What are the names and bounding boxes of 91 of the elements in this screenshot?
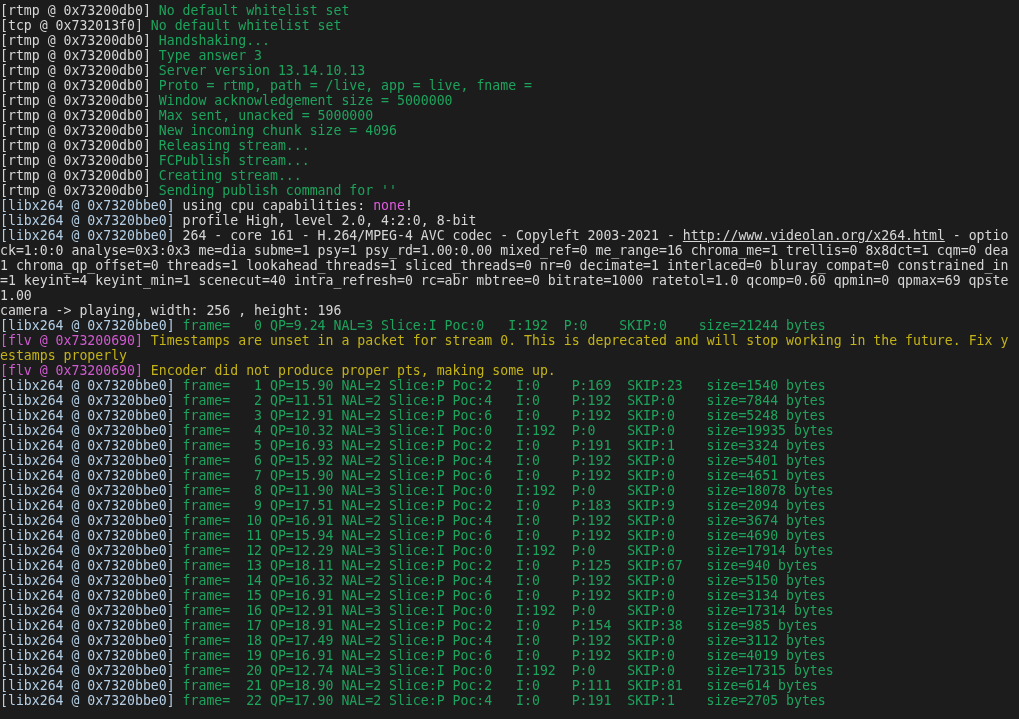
log-message: 1.00 xyxy=(0,288,32,303)
log-message: New incoming chunk size = 4096 xyxy=(158,123,397,138)
log-source: [libx264 @ 0x7320bbe0] xyxy=(0,453,175,468)
log-source: [rtmp @ 0x73200db0] xyxy=(0,93,151,108)
log-source: [libx264 @ 0x7320bbe0] xyxy=(0,588,175,603)
log-source: [libx264 @ 0x7320bbe0] xyxy=(0,498,175,513)
log-message: frame= 16 QP=12.91 NAL=3 Slice:I Poc:0 I:192 P:0 SKIP:0 size=17314 bytes xyxy=(182,603,834,618)
log-source: [libx264 @ 0x7320bbe0] xyxy=(0,228,175,243)
log-source: [libx264 @ 0x7320bbe0] xyxy=(0,438,175,453)
log-source: [libx264 @ 0x7320bbe0] xyxy=(0,603,175,618)
log-source: [libx264 @ 0x7320bbe0] xyxy=(0,633,175,648)
log-value: none xyxy=(373,198,405,213)
log-message: Timestamps are unset in a packet for stream 0. This is deprecated and will stop working in the future. Fix y xyxy=(150,333,1009,348)
log-message: estamps properly xyxy=(0,348,128,363)
log-source: [libx264 @ 0x7320bbe0] xyxy=(0,528,175,543)
log-message: frame= 13 QP=18.11 NAL=2 Slice:P Poc:2 I:0 P:125 SKIP:67 size=940 bytes xyxy=(182,558,818,573)
log-message: ! xyxy=(404,198,413,213)
log-message: Window acknowledgement size = 5000000 xyxy=(158,93,453,108)
log-message: profile High, level 2.0, 4:2:0, 8-bit xyxy=(182,213,477,228)
log-message: frame= 11 QP=15.94 NAL=2 Slice:P Poc:6 I:0 P:192 SKIP:0 size=4690 bytes xyxy=(182,528,826,543)
log-source: [rtmp @ 0x73200db0] xyxy=(0,183,151,198)
log-message: frame= 2 QP=11.51 NAL=2 Slice:P Poc:4 I:0 P:192 SKIP:0 size=7844 bytes xyxy=(182,393,826,408)
log-source: [libx264 @ 0x7320bbe0] xyxy=(0,648,175,663)
log-source: [rtmp @ 0x73200db0] xyxy=(0,153,151,168)
log-message: Encoder did not produce proper pts, making some up. xyxy=(150,363,556,378)
log-message: frame= 14 QP=16.32 NAL=2 Slice:P Poc:4 I:0 P:192 SKIP:0 size=5150 bytes xyxy=(182,573,826,588)
log-source: [rtmp @ 0x73200db0] xyxy=(0,123,151,138)
log-source: [libx264 @ 0x7320bbe0] xyxy=(0,393,175,408)
log-message: frame= 19 QP=16.91 NAL=2 Slice:P Poc:6 I:0 P:192 SKIP:0 size=4019 bytes xyxy=(182,648,826,663)
log-source: [flv @ 0x73200690] xyxy=(0,333,143,348)
log-message: camera -> playing, width: 256 , height: 196 xyxy=(0,303,342,318)
log-message: frame= 20 QP=12.74 NAL=3 Slice:I Poc:0 I:192 P:0 SKIP:0 size=17315 bytes xyxy=(182,663,834,678)
log-message: 1 chroma_qp_offset=0 threads=1 lookahead_threads=1 sliced_threads=0 nr=0 decimate=1 interlaced=0 bluray_compat=0 constrained_in xyxy=(0,258,1009,273)
log-message: Proto = rtmp, path = /live, app = live, fname = xyxy=(158,78,532,93)
log-source: [libx264 @ 0x7320bbe0] xyxy=(0,663,175,678)
log-source: [libx264 @ 0x7320bbe0] xyxy=(0,408,175,423)
log-message: frame= 21 QP=18.90 NAL=2 Slice:P Poc:2 I:0 P:111 SKIP:81 size=614 bytes xyxy=(182,678,818,693)
log-message: - optio xyxy=(952,228,1009,243)
log-message: frame= 22 QP=17.90 NAL=2 Slice:P Poc:4 I:0 P:191 SKIP:1 size=2705 bytes xyxy=(182,693,826,708)
log-message: Sending publish command for '' xyxy=(158,183,397,198)
log-message: frame= 17 QP=18.91 NAL=2 Slice:P Poc:2 I:0 P:154 SKIP:38 size=985 bytes xyxy=(182,618,818,633)
log-message: FCPublish stream... xyxy=(158,153,310,168)
log-message: frame= 10 QP=16.91 NAL=2 Slice:P Poc:4 I:0 P:192 SKIP:0 size=3674 bytes xyxy=(182,513,826,528)
log-message: using cpu capabilities: xyxy=(182,198,366,213)
log-message: frame= 18 QP=17.49 NAL=2 Slice:P Poc:4 I:0 P:192 SKIP:0 size=3112 bytes xyxy=(182,633,826,648)
log-message: frame= 0 QP=9.24 NAL=3 Slice:I Poc:0 I:192 P:0 SKIP:0 size=21244 bytes xyxy=(182,318,826,333)
log-source: [rtmp @ 0x73200db0] xyxy=(0,48,151,63)
log-message: frame= 9 QP=17.51 NAL=2 Slice:P Poc:2 I:0 P:183 SKIP:9 size=2094 bytes xyxy=(182,498,826,513)
log-source: [rtmp @ 0x73200db0] xyxy=(0,33,151,48)
log-source: [rtmp @ 0x73200db0] xyxy=(0,63,151,78)
log-source: [flv @ 0x73200690] xyxy=(0,363,143,378)
log-source: [libx264 @ 0x7320bbe0] xyxy=(0,198,175,213)
log-message: No default whitelist set xyxy=(158,3,350,18)
log-source: [libx264 @ 0x7320bbe0] xyxy=(0,543,175,558)
log-message: Handshaking... xyxy=(158,33,270,48)
log-source: [libx264 @ 0x7320bbe0] xyxy=(0,378,175,393)
log-message: frame= 7 QP=15.90 NAL=2 Slice:P Poc:6 I:0 P:192 SKIP:0 size=4651 bytes xyxy=(182,468,826,483)
log-source: [libx264 @ 0x7320bbe0] xyxy=(0,483,175,498)
log-message: Max sent, unacked = 5000000 xyxy=(158,108,374,123)
log-source: [rtmp @ 0x73200db0] xyxy=(0,108,151,123)
log-source: [libx264 @ 0x7320bbe0] xyxy=(0,573,175,588)
log-message: frame= 5 QP=16.93 NAL=2 Slice:P Poc:2 I:0 P:191 SKIP:1 size=3324 bytes xyxy=(182,438,826,453)
log-source: [rtmp @ 0x73200db0] xyxy=(0,168,151,183)
log-source: [libx264 @ 0x7320bbe0] xyxy=(0,678,175,693)
log-message: =1 keyint=4 keyint_min=1 scenecut=40 intra_refresh=0 rc=abr mbtree=0 bitrate=1000 ratetol=1.0 qcomp=0.60 qpmin=0 qpmax=69 qpste xyxy=(0,273,1009,288)
log-message: frame= 6 QP=15.92 NAL=2 Slice:P Poc:4 I:0 P:192 SKIP:0 size=5401 bytes xyxy=(182,453,826,468)
log-message: No default whitelist set xyxy=(150,18,342,33)
log-message: frame= 1 QP=15.90 NAL=2 Slice:P Poc:2 I:0 P:169 SKIP:23 size=1540 bytes xyxy=(182,378,826,393)
log-message: Server version 13.14.10.13 xyxy=(158,63,366,78)
log-message: 264 - core 161 - H.264/MPEG-4 AVC codec - Copyleft 2003-2021 - xyxy=(182,228,675,243)
log-source: [libx264 @ 0x7320bbe0] xyxy=(0,513,175,528)
log-source: [libx264 @ 0x7320bbe0] xyxy=(0,213,175,228)
log-source: [libx264 @ 0x7320bbe0] xyxy=(0,558,175,573)
log-source: [rtmp @ 0x73200db0] xyxy=(0,3,151,18)
log-message: frame= 15 QP=16.91 NAL=2 Slice:P Poc:6 I:0 P:192 SKIP:0 size=3134 bytes xyxy=(182,588,826,603)
log-message: frame= 4 QP=10.32 NAL=3 Slice:I Poc:0 I:192 P:0 SKIP:0 size=19935 bytes xyxy=(182,423,834,438)
log-source: [rtmp @ 0x73200db0] xyxy=(0,138,151,153)
log-source: [rtmp @ 0x73200db0] xyxy=(0,78,151,93)
log-source: [libx264 @ 0x7320bbe0] xyxy=(0,618,175,633)
log-source: [libx264 @ 0x7320bbe0] xyxy=(0,693,175,708)
log-message: frame= 8 QP=11.90 NAL=3 Slice:I Poc:0 I:192 P:0 SKIP:0 size=18078 bytes xyxy=(182,483,834,498)
log-source: [libx264 @ 0x7320bbe0] xyxy=(0,318,175,333)
log-message: Releasing stream... xyxy=(158,138,310,153)
log-message: frame= 3 QP=12.91 NAL=2 Slice:P Poc:6 I:0 P:192 SKIP:0 size=5248 bytes xyxy=(182,408,826,423)
log-message: ck=1:0:0 analyse=0x3:0x3 me=dia subme=1 psy=1 psy_rd=1.00:0.00 mixed_ref=0 me_range=16 chroma_me=1 trellis=0 8x8dct=1 cqm=0 dea xyxy=(0,243,1009,258)
log-message: Creating stream... xyxy=(158,168,302,183)
log-source: [libx264 @ 0x7320bbe0] xyxy=(0,423,175,438)
log-message: Type answer 3 xyxy=(158,48,262,63)
log-source: [libx264 @ 0x7320bbe0] xyxy=(0,468,175,483)
log-source: [tcp @ 0x732013f0] xyxy=(0,18,143,33)
log-message: frame= 12 QP=12.29 NAL=3 Slice:I Poc:0 I:192 P:0 SKIP:0 size=17914 bytes xyxy=(182,543,834,558)
